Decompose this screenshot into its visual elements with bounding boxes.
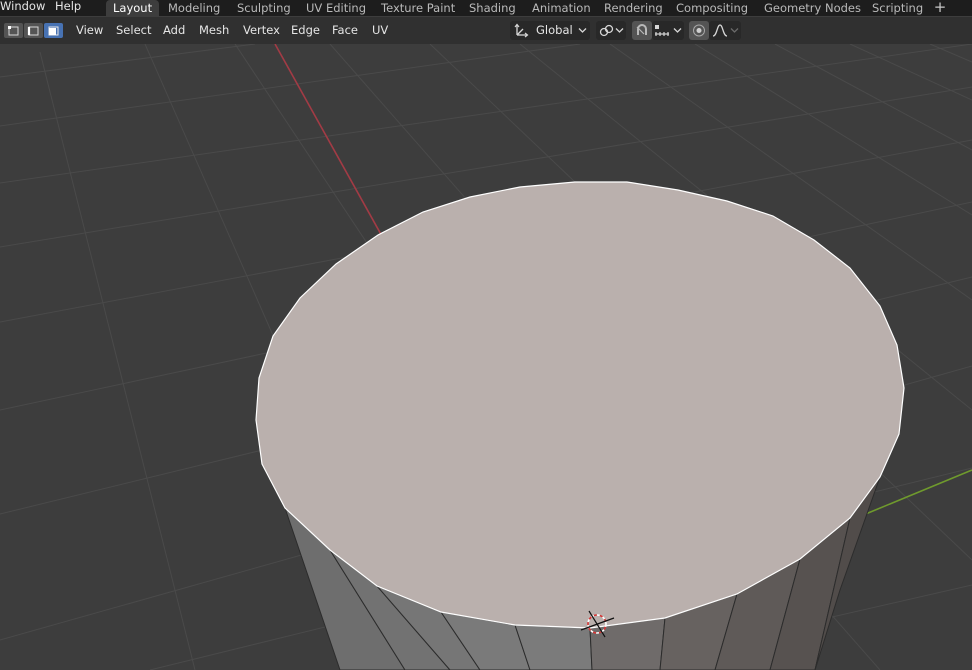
edge-select-icon[interactable] <box>24 23 43 38</box>
menu-view[interactable]: View <box>76 22 103 39</box>
menu-help[interactable]: Help <box>55 0 81 15</box>
menu-edge[interactable]: Edge <box>291 22 320 39</box>
snap-target-dropdown[interactable] <box>652 21 684 40</box>
orientation-gizmo-icon <box>514 23 529 38</box>
pivot-point-icon <box>599 24 614 37</box>
tab-layout[interactable]: Layout <box>106 0 160 17</box>
menu-mesh[interactable]: Mesh <box>199 22 229 39</box>
tab-animation[interactable]: Animation <box>525 0 598 17</box>
tab-shading[interactable]: Shading <box>462 0 523 17</box>
menu-uv[interactable]: UV <box>372 22 388 39</box>
tab-texture-paint[interactable]: Texture Paint <box>374 0 462 17</box>
face-select-icon[interactable] <box>44 23 63 38</box>
tab-compositing[interactable]: Compositing <box>669 0 755 17</box>
chevron-down-icon <box>615 28 624 33</box>
tab-geometry-nodes[interactable]: Geometry Nodes <box>757 0 868 17</box>
vertex-select-icon[interactable] <box>4 23 23 38</box>
falloff-curve-icon <box>712 24 728 37</box>
tab-scripting[interactable]: Scripting <box>865 0 930 17</box>
plus-icon[interactable]: + <box>933 0 947 15</box>
proportional-editing-toggle[interactable] <box>689 21 709 40</box>
menu-vertex[interactable]: Vertex <box>243 22 280 39</box>
proportional-editing-icon <box>693 24 705 37</box>
tab-sculpting[interactable]: Sculpting <box>230 0 298 17</box>
snap-increment-icon <box>655 25 669 36</box>
chevron-down-icon <box>730 28 739 33</box>
3d-viewport[interactable] <box>0 44 972 670</box>
tab-rendering[interactable]: Rendering <box>597 0 670 17</box>
tab-uv-editing[interactable]: UV Editing <box>299 0 373 17</box>
chevron-down-icon <box>673 28 682 33</box>
tab-modeling[interactable]: Modeling <box>161 0 227 17</box>
viewport-header: View Select Add Mesh Vertex Edge Face UV… <box>0 17 972 44</box>
menu-select[interactable]: Select <box>116 22 151 39</box>
transform-orientation-dropdown[interactable]: Global <box>510 21 590 40</box>
chevron-down-icon <box>578 28 587 33</box>
menu-add[interactable]: Add <box>163 22 185 39</box>
orientation-value: Global <box>536 23 573 37</box>
top-bar: Window Help Layout Modeling Sculpting UV… <box>0 0 972 17</box>
falloff-dropdown[interactable] <box>709 21 741 40</box>
pivot-point-dropdown[interactable] <box>596 21 626 40</box>
snap-magnet-icon <box>636 24 647 35</box>
menu-face[interactable]: Face <box>332 22 358 39</box>
menu-window[interactable]: Window <box>0 0 45 15</box>
snap-toggle[interactable] <box>632 21 652 40</box>
